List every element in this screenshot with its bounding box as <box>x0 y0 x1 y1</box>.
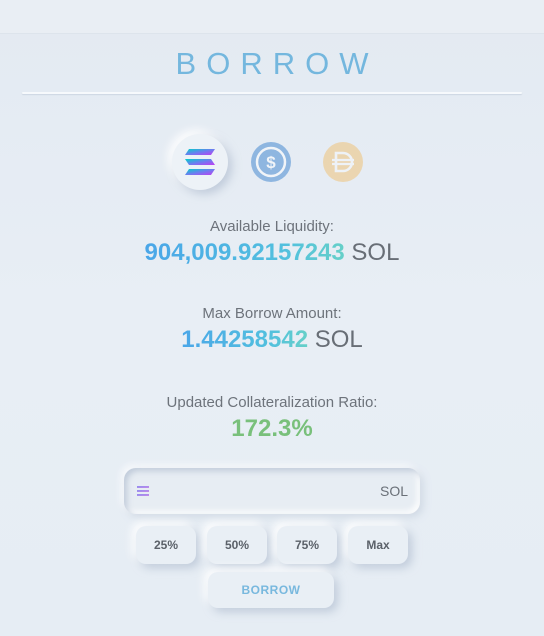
percent-50-button[interactable]: 50% <box>207 526 267 564</box>
max-borrow-value-row: 1.44258542 SOL <box>0 326 544 354</box>
collateralization-ratio: Updated Collateralization Ratio: 172.3% <box>0 394 544 443</box>
solana-small-icon <box>136 484 152 498</box>
solana-icon <box>185 149 215 175</box>
max-borrow-amount: Max Borrow Amount: 1.44258542 SOL <box>0 305 544 354</box>
borrow-amount-input[interactable] <box>152 476 380 506</box>
max-borrow-label: Max Borrow Amount: <box>202 305 342 322</box>
percent-75-button[interactable]: 75% <box>277 526 337 564</box>
borrow-submit-button[interactable]: BORROW <box>208 572 334 608</box>
borrow-panel: BORROW $ Available Liquidity: 904,009.92… <box>0 0 544 636</box>
available-liquidity: Available Liquidity: 904,009.92157243 SO… <box>0 218 544 267</box>
borrow-amount-field: SOL <box>124 468 420 514</box>
max-borrow-value: 1.44258542 <box>181 326 309 353</box>
token-sol-button[interactable] <box>172 134 228 190</box>
svg-text:$: $ <box>266 153 276 172</box>
usdc-icon: $ <box>251 142 291 182</box>
dai-icon <box>323 142 363 182</box>
input-unit-label: SOL <box>379 483 408 499</box>
percent-25-button[interactable]: 25% <box>136 526 196 564</box>
title-divider <box>22 92 522 94</box>
collateralization-ratio-label: Updated Collateralization Ratio: <box>166 394 378 411</box>
max-borrow-unit: SOL <box>314 326 363 353</box>
available-liquidity-label: Available Liquidity: <box>210 218 334 235</box>
top-strip <box>0 0 544 34</box>
page-title: BORROW <box>175 46 379 81</box>
token-dai-button[interactable] <box>322 141 364 183</box>
available-liquidity-value: 904,009.92157243 <box>144 239 345 266</box>
collateralization-ratio-value: 172.3% <box>231 415 313 442</box>
max-button[interactable]: Max <box>348 526 408 564</box>
available-liquidity-value-row: 904,009.92157243 SOL <box>0 239 544 267</box>
available-liquidity-unit: SOL <box>351 239 400 266</box>
token-selector: $ <box>0 134 544 190</box>
token-usdc-button[interactable]: $ <box>250 141 292 183</box>
